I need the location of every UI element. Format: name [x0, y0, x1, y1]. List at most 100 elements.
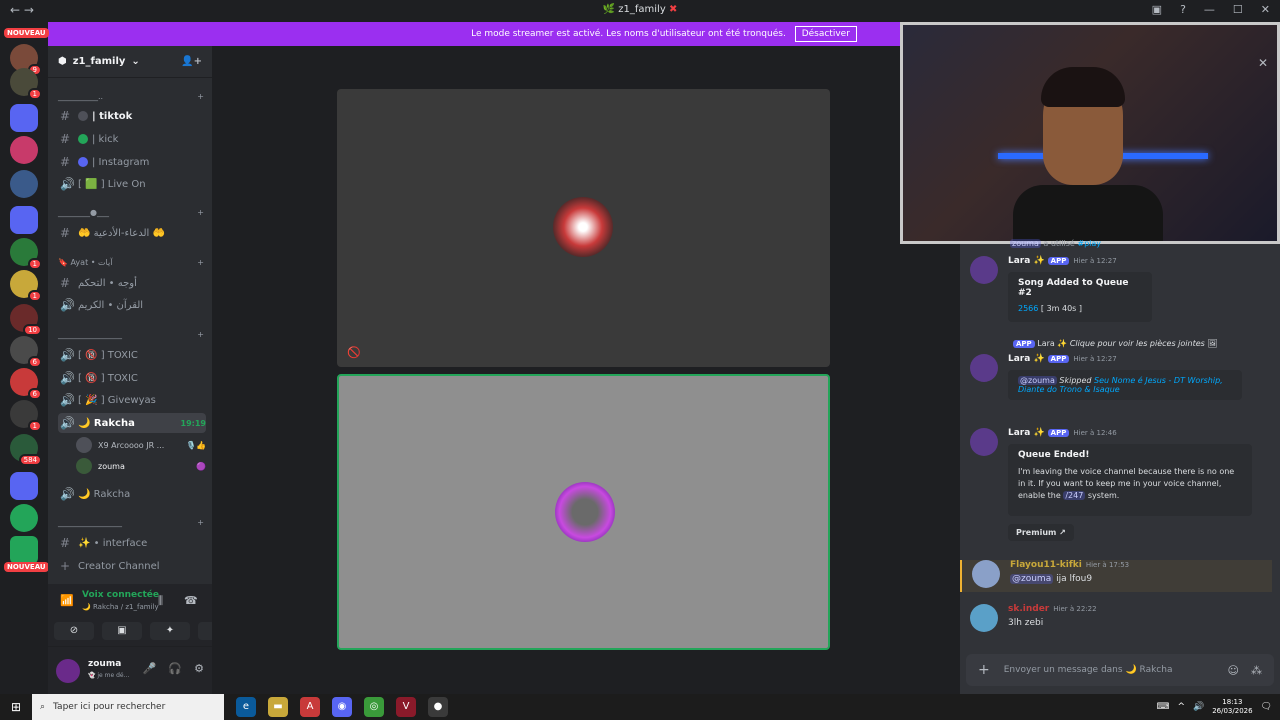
voice-user[interactable]: zouma 🟣 [76, 456, 206, 476]
channel-tiktok[interactable]: # | tiktok [58, 106, 206, 126]
chevron-up-icon[interactable]: ^ [1177, 702, 1185, 712]
category-header[interactable]: __________.. + [58, 92, 204, 104]
apps-icon[interactable]: ⁂ [1251, 664, 1262, 677]
server-icon[interactable]: 1 [10, 238, 42, 270]
inbox-icon[interactable]: ▣ [1152, 3, 1162, 16]
chrome-icon[interactable]: ◎ [364, 697, 384, 717]
server-icon[interactable]: 1 [10, 68, 42, 100]
server-icon[interactable]: 6 [10, 368, 42, 400]
user-mention[interactable]: @zouma [1010, 574, 1054, 584]
clock[interactable]: 18:13 26/03/2026 [1212, 698, 1252, 716]
acrobat-icon[interactable]: A [300, 697, 320, 717]
windows-start-icon[interactable]: ⊞ [0, 700, 32, 714]
reply-preview[interactable]: APP Lara ✨ Clique pour voir les pièces j… [1010, 339, 1218, 348]
author-name[interactable]: Flayou11-kifki [1010, 560, 1082, 570]
channel-toxic-2[interactable]: 🔊[ 🔞 ] TOXIC [58, 368, 206, 388]
channel-instagram[interactable]: # | Instagram [58, 152, 206, 172]
disconnect-icon[interactable]: ☎ [184, 594, 198, 607]
discord-icon[interactable]: ◉ [332, 697, 352, 717]
close-button[interactable]: ✕ [1261, 3, 1270, 16]
category-header[interactable]: ________________ + [58, 330, 204, 342]
add-member-icon[interactable]: 👤+ [181, 56, 202, 67]
category-header[interactable]: ________●___ + [58, 208, 204, 220]
channel-givewyas[interactable]: 🔊[ 🎉 ] Givewyas [58, 390, 206, 410]
author-name[interactable]: Lara ✨ [1008, 256, 1045, 266]
add-channel-icon[interactable]: + [197, 258, 204, 270]
channel-live-on[interactable]: 🔊[ 🟩 ] Live On [58, 174, 206, 194]
participant-tile-speaking[interactable] [337, 374, 830, 650]
server-icon[interactable] [10, 170, 38, 198]
minimize-button[interactable]: — [1204, 3, 1215, 16]
username[interactable]: zouma [88, 659, 121, 669]
folder-icon[interactable] [10, 104, 38, 132]
server-icon[interactable]: 1 [10, 270, 42, 302]
channel-control[interactable]: # أوجه • التحكم [58, 273, 206, 293]
add-channel-icon[interactable]: + [197, 92, 204, 104]
noise-suppression-icon[interactable]: ⫼ [158, 594, 163, 608]
channel-kick[interactable]: # | kick [58, 129, 206, 149]
file-explorer-icon[interactable]: ▬ [268, 697, 288, 717]
avatar[interactable] [970, 604, 998, 632]
participant-tile[interactable]: 🚫 [337, 89, 830, 367]
command-chip[interactable]: /247 [1063, 491, 1086, 500]
help-icon[interactable]: ? [1180, 3, 1186, 16]
folder-icon[interactable] [10, 472, 38, 500]
channel-rakcha-2[interactable]: 🔊 🌙 Rakcha [58, 484, 206, 504]
category-header[interactable]: 🔖 Ayat • آيات + [58, 258, 204, 270]
add-channel-icon[interactable]: + [197, 208, 204, 220]
voice-user[interactable]: X9 Arcoooo JR ... 🎙️👍 [76, 435, 206, 455]
premium-button[interactable]: Premium ↗ [1008, 524, 1074, 541]
voice-status[interactable]: Voix connectée [82, 590, 159, 600]
camera-off-button[interactable]: ⊘ [54, 622, 94, 640]
avatar[interactable] [970, 256, 998, 284]
channel-toxic-1[interactable]: 🔊[ 🔞 ] TOXIC [58, 345, 206, 365]
server-icon[interactable]: 6 [10, 336, 42, 368]
signal-icon[interactable]: 📶 [60, 594, 74, 607]
server-icon[interactable] [10, 136, 38, 164]
avatar[interactable] [970, 428, 998, 456]
add-channel-icon[interactable]: + [197, 330, 204, 342]
channel-rakcha-active[interactable]: 🔊 🌙 Rakcha 19:19 [58, 413, 206, 433]
add-channel-icon[interactable]: + [197, 518, 204, 530]
taskbar-search[interactable]: ⌕ Taper ici pour rechercher [32, 694, 224, 720]
server-icon[interactable]: 10 [10, 304, 42, 336]
maximize-button[interactable]: ☐ [1233, 3, 1243, 16]
headphones-icon[interactable]: 🎧 [168, 662, 182, 675]
folder-icon[interactable] [10, 206, 38, 234]
channel-quran[interactable]: 🔊 القرآن • الكريم [58, 295, 206, 315]
command-user[interactable]: zouma [1010, 239, 1041, 248]
user-mention[interactable]: @zouma [1018, 376, 1057, 385]
disable-streamer-button[interactable]: Désactiver [794, 26, 857, 42]
avatar[interactable] [56, 659, 80, 683]
author-name[interactable]: Lara ✨ [1008, 428, 1045, 438]
avatar[interactable] [972, 560, 1000, 588]
gear-icon[interactable]: ⚙ [194, 662, 204, 675]
close-icon[interactable]: ✕ [1258, 56, 1268, 70]
guild-header[interactable]: ⬢ z1_family ⌄ 👤+ [48, 46, 212, 78]
obs-icon[interactable]: ● [428, 697, 448, 717]
emoji-icon[interactable]: ☺ [1228, 664, 1239, 677]
attach-plus-icon[interactable]: + [978, 662, 990, 678]
volume-icon[interactable]: 🔊 [1193, 702, 1204, 712]
author-name[interactable]: sk.inder [1008, 604, 1049, 614]
creator-channel[interactable]: + Creator Channel [58, 556, 206, 576]
channel-interface[interactable]: # ✨ • interface [58, 533, 206, 553]
microphone-icon[interactable]: 🎤 [143, 662, 157, 675]
avatar[interactable] [970, 354, 998, 382]
category-header[interactable]: ________________ + [58, 518, 204, 530]
embed-link[interactable]: 2566 [1018, 304, 1038, 313]
valorant-icon[interactable]: V [396, 697, 416, 717]
edge-icon[interactable]: e [236, 697, 256, 717]
command-name[interactable]: play [1084, 239, 1101, 248]
keyboard-icon[interactable]: ⌨ [1156, 702, 1169, 712]
channel-dua[interactable]: # 🤲 الدعاء-الأدعية 🤲 [58, 223, 206, 243]
message-input[interactable]: + Envoyer un message dans 🌙 Rakcha ☺ ⁂ [966, 654, 1274, 686]
server-icon[interactable] [10, 504, 38, 532]
server-icon[interactable]: 1 [10, 400, 42, 432]
author-name[interactable]: Lara ✨ [1008, 354, 1045, 364]
server-icon[interactable]: 584 [10, 434, 42, 466]
activities-button[interactable]: ✦ [150, 622, 190, 640]
screen-share-button[interactable]: ▣ [102, 622, 142, 640]
server-icon[interactable] [10, 536, 38, 564]
notifications-icon[interactable]: 🗨 [1261, 702, 1272, 712]
